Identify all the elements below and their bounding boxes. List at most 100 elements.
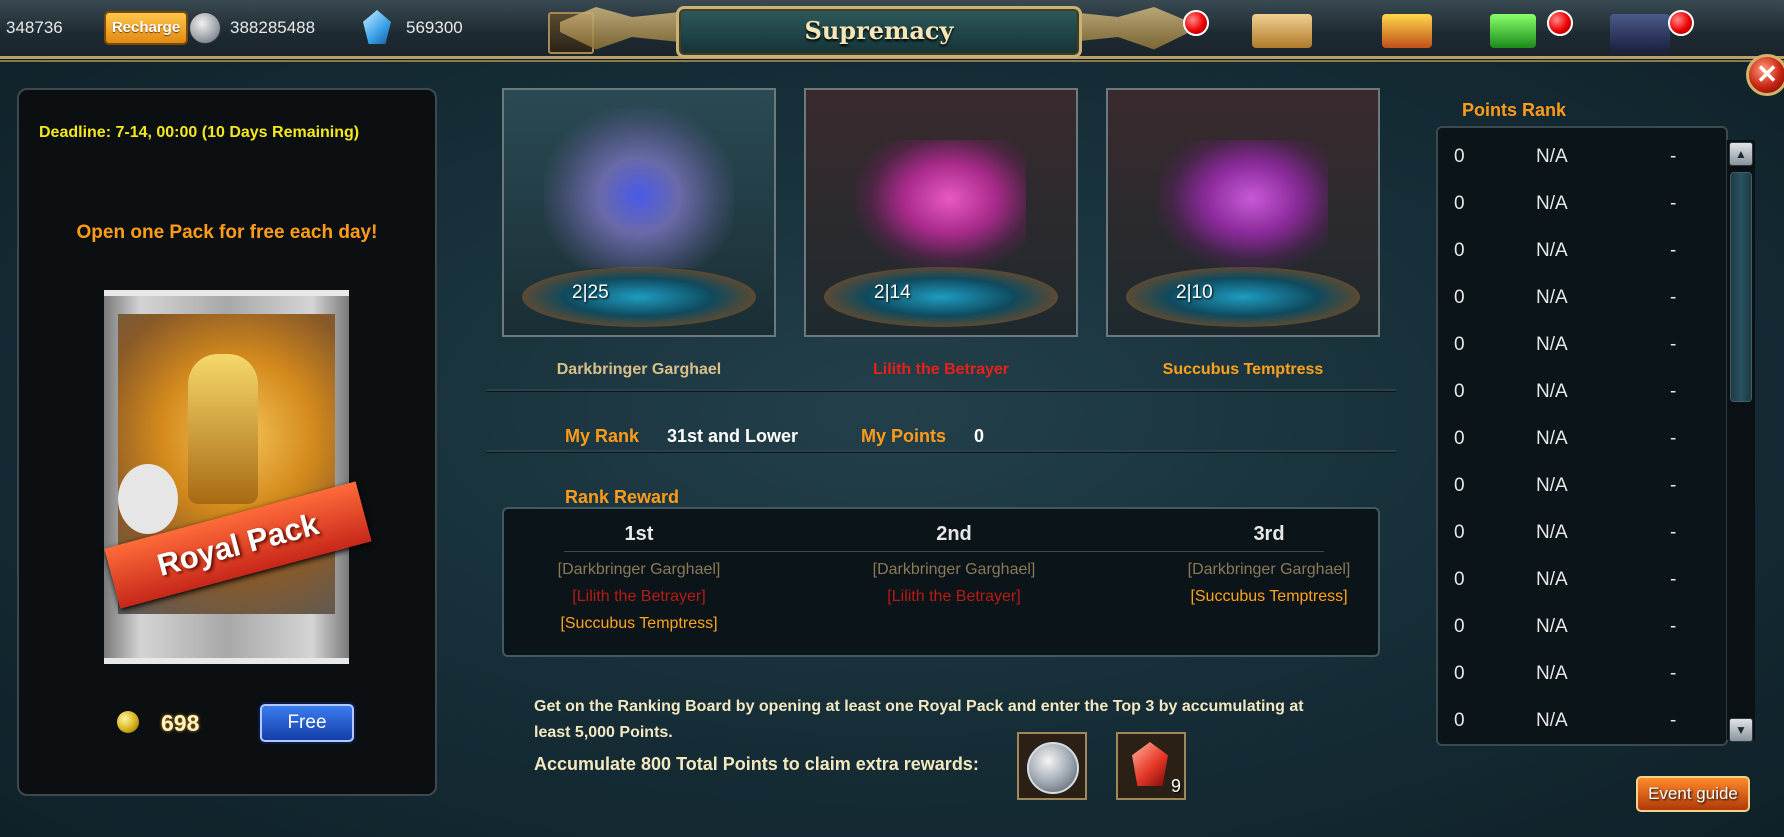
extra-reward-silver-medal[interactable] (1017, 732, 1087, 800)
rank-position: - (1670, 663, 1677, 684)
rank-points: 0 (1454, 475, 1465, 496)
hero-pedestal (824, 267, 1058, 327)
scroll-down-icon[interactable]: ▼ (1729, 718, 1753, 742)
rank-reward-box: 1st [Darkbringer Garghael] [Lilith the B… (502, 507, 1380, 657)
rank-name: N/A (1536, 475, 1568, 496)
reward-item-lilith[interactable]: [Lilith the Betrayer] (504, 588, 774, 606)
pack-panel: Deadline: 7-14, 00:00 (10 Days Remaining… (17, 88, 437, 796)
event-guide-button[interactable]: Event guide (1636, 776, 1750, 812)
rank-row: 0 N/A - (1438, 561, 1708, 601)
rank-points: 0 (1454, 287, 1465, 308)
reward-column-1st: 1st [Darkbringer Garghael] [Lilith the B… (504, 509, 774, 633)
rank-name: N/A (1536, 710, 1568, 731)
scroll-up-icon[interactable]: ▲ (1729, 142, 1753, 166)
rank-name: N/A (1536, 146, 1568, 167)
reward-column-3rd: 3rd [Darkbringer Garghael] [Succubus Tem… (1134, 509, 1404, 606)
reward-place: 2nd (936, 523, 972, 545)
royal-pack-image[interactable]: Royal Pack (104, 290, 372, 664)
notification-dot-icon (1668, 10, 1694, 36)
rank-points: 0 (1454, 522, 1465, 543)
recharge-button[interactable]: Recharge (104, 11, 188, 45)
rank-row: 0 N/A - (1438, 467, 1708, 507)
castle-icon[interactable] (1610, 14, 1670, 52)
rank-points: 0 (1454, 428, 1465, 449)
reward-item-succubus[interactable]: [Succubus Temptress] (1134, 588, 1404, 606)
rank-position: - (1670, 616, 1677, 637)
hero-card-garghael[interactable]: 2|25 (502, 88, 776, 337)
reward-column-2nd: 2nd [Darkbringer Garghael] [Lilith the B… (819, 509, 1089, 606)
rank-name: N/A (1536, 663, 1568, 684)
title-plate: Supremacy (676, 6, 1082, 58)
page-title: Supremacy (804, 16, 954, 45)
my-rank-value: 31st and Lower (667, 426, 799, 446)
deadline-text: Deadline: 7-14, 00:00 (10 Days Remaining… (39, 124, 360, 141)
free-daily-text: Open one Pack for free each day! (76, 222, 378, 243)
pack-price: 698 (161, 710, 200, 736)
info-line-3: Accumulate 800 Total Points to claim ext… (534, 754, 979, 774)
gold-bars-icon[interactable] (1382, 14, 1432, 48)
rank-name: N/A (1536, 287, 1568, 308)
reward-item-succubus[interactable]: [Succubus Temptress] (504, 615, 774, 633)
hero-card-count: 2|10 (1176, 282, 1213, 303)
red-gem-icon (1132, 742, 1168, 786)
scroll-icon[interactable] (1252, 14, 1312, 48)
rank-position: - (1670, 240, 1677, 261)
rank-row: 0 N/A - (1438, 185, 1708, 225)
rank-row: 0 N/A - (1438, 232, 1708, 272)
hero-card-count: 2|25 (572, 282, 609, 303)
rank-row: 0 N/A - (1438, 279, 1708, 319)
reward-item-garghael[interactable]: [Darkbringer Garghael] (1134, 561, 1404, 579)
hero-name-garghael: Darkbringer Garghael (556, 361, 722, 378)
crystal-icon (363, 10, 391, 44)
hero-card-succubus[interactable]: 2|10 (1106, 88, 1380, 337)
divider (486, 450, 1396, 452)
rank-reward-title: Rank Reward (565, 487, 680, 507)
my-rank-label: My Rank (565, 426, 640, 446)
rank-position: - (1670, 475, 1677, 496)
free-open-button[interactable]: Free (260, 704, 354, 742)
hero-pedestal (1126, 267, 1360, 327)
rank-row: 0 N/A - (1438, 373, 1708, 413)
rank-points: 0 (1454, 663, 1465, 684)
rank-name: N/A (1536, 428, 1568, 449)
rank-position: - (1670, 381, 1677, 402)
rank-row: 0 N/A - (1438, 420, 1708, 460)
gold-coin-icon (117, 711, 139, 733)
reward-item-garghael[interactable]: [Darkbringer Garghael] (819, 561, 1089, 579)
rank-position: - (1670, 287, 1677, 308)
rank-position: - (1670, 522, 1677, 543)
hero-name-lilith: Lilith the Betrayer (872, 361, 1010, 378)
points-rank-list: 0 N/A - 0 N/A - 0 N/A - 0 N/A - 0 N/A - 0 N/A - 0 N/A… (1436, 126, 1728, 746)
rank-position: - (1670, 146, 1677, 167)
hero-card-count: 2|14 (874, 282, 911, 303)
my-points-value: 0 (974, 426, 985, 446)
crystal-amount: 569300 (406, 18, 463, 37)
notification-dot-icon (1547, 10, 1573, 36)
rank-name: N/A (1536, 240, 1568, 261)
hero-pedestal (522, 267, 756, 327)
rank-name: N/A (1536, 569, 1568, 590)
info-line-2: least 5,000 Points. (534, 724, 673, 741)
my-points-label: My Points (861, 426, 947, 446)
succubus-figure (1158, 140, 1328, 270)
rank-position: - (1670, 193, 1677, 214)
extra-reward-red-gem[interactable]: 9 (1116, 732, 1186, 800)
scroll-thumb[interactable] (1730, 172, 1752, 402)
rank-row: 0 N/A - (1438, 655, 1708, 695)
rank-name: N/A (1536, 616, 1568, 637)
top-resource-bar: 348736 Recharge 388285488 569300 Suprema… (0, 0, 1784, 59)
rank-name: N/A (1536, 334, 1568, 355)
gem-count: 9 (1170, 776, 1181, 796)
silver-coin-icon (189, 12, 221, 44)
rank-points: 0 (1454, 193, 1465, 214)
points-rank-title: Points Rank (1462, 100, 1567, 120)
close-icon[interactable]: ✕ (1746, 54, 1784, 96)
rank-name: N/A (1536, 381, 1568, 402)
reward-place: 3rd (1253, 523, 1285, 545)
reward-item-lilith[interactable]: [Lilith the Betrayer] (819, 588, 1089, 606)
reward-item-garghael[interactable]: [Darkbringer Garghael] (504, 561, 774, 579)
emerald-icon[interactable] (1490, 14, 1536, 48)
hero-card-lilith[interactable]: 2|14 (804, 88, 1078, 337)
hero-name-succubus: Succubus Temptress (1162, 361, 1324, 378)
rank-points: 0 (1454, 616, 1465, 637)
